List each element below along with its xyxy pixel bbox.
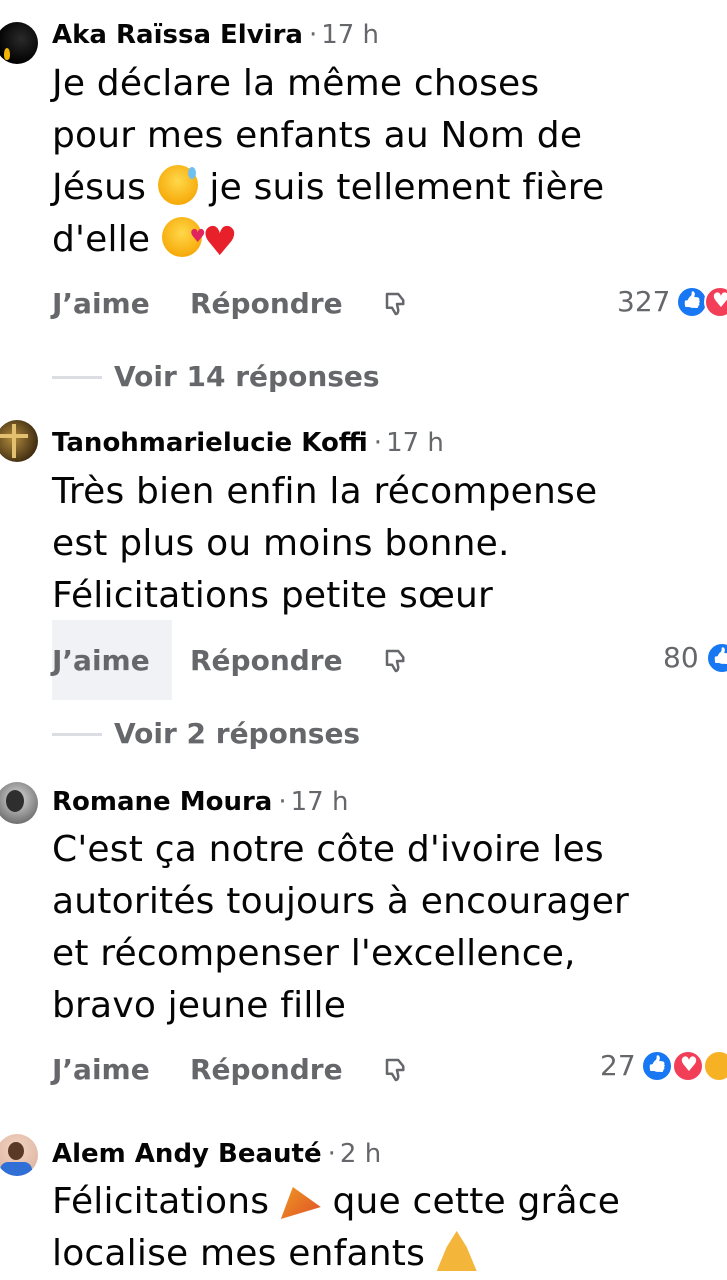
comment-line: d'elle ♥ [52,211,712,266]
thumbs-down-icon[interactable] [382,645,412,677]
comment-line: C'est ça notre côte d'ivoire les [52,829,604,870]
comment-line: autorités toujours à encourager [52,881,630,922]
love-reaction-icon [672,1050,704,1082]
separator-dot: · [373,428,383,458]
comment-body: C'est ça notre côte d'ivoire les autorit… [52,824,712,1032]
like-button[interactable]: J’aime [52,284,150,324]
grinning-sweat-emoji [157,165,198,205]
comment-line: Félicitations que cette grâce [52,1176,712,1228]
author-name[interactable]: Aka Raïssa Elvira [52,20,303,50]
see-replies-label[interactable]: Voir 14 réponses [114,357,380,397]
like-button[interactable]: J’aime [52,1050,150,1090]
comment-text-fragment: localise mes enfants [52,1233,437,1274]
see-replies-link[interactable]: Voir 14 réponses [52,357,472,397]
reaction-count[interactable]: 327 [617,282,670,322]
separator-dot: · [308,20,318,50]
comment-actions: J’aime Répondre [52,641,472,681]
comment-body: Je déclare la même choses pour mes enfan… [52,58,712,266]
comment-line: Félicitations petite sœur [52,575,494,616]
profile-photo-dress [0,1162,32,1176]
like-button[interactable]: J’aime [52,641,150,681]
reply-button[interactable]: Répondre [190,284,343,324]
author-name[interactable]: Romane Moura [52,787,272,817]
avatar[interactable] [0,782,38,824]
candle-flame [4,48,10,60]
comment-text-fragment: d'elle [52,219,162,260]
like-reaction-icon [706,642,727,674]
reply-thread-line [52,733,102,736]
see-replies-link[interactable]: Voir 2 réponses [52,714,472,754]
like-reaction-icon [641,1050,673,1082]
comment-header: Aka Raïssa Elvira · 17 h [52,18,379,52]
profile-photo-head [8,1142,24,1160]
party-popper-emoji [280,1187,321,1219]
reply-thread-line [52,376,102,379]
reply-button[interactable]: Répondre [190,641,343,681]
reaction-count[interactable]: 80 [663,638,699,678]
comment-time[interactable]: 17 h [291,787,349,817]
comment-text-fragment: que cette grâce [320,1181,621,1222]
comment-actions: J’aime Répondre [52,284,472,324]
see-replies-label[interactable]: Voir 2 réponses [114,714,360,754]
comment-text-fragment: Félicitations [52,1181,281,1222]
comment-line: Très bien enfin la récompense [52,471,598,512]
thumbs-down-icon[interactable] [382,288,412,320]
comment-header: Romane Moura · 17 h [52,785,348,819]
love-reaction-icon [704,286,727,318]
comment-header: Tanohmarielucie Koffi · 17 h [52,426,444,460]
comment-line: Je déclare la même choses [52,63,540,104]
comment-line: Jésus je suis tellement fière [52,162,712,214]
comment-time[interactable]: 17 h [321,20,379,50]
thumbs-down-icon[interactable] [382,1054,412,1086]
smiling-hearts-emoji [161,211,206,263]
reaction-count[interactable]: 27 [600,1046,636,1086]
separator-dot: · [278,787,287,817]
comment-line: localise mes enfants [52,1228,712,1280]
separator-dot: · [327,1139,336,1169]
comment-time[interactable]: 2 h [340,1139,381,1169]
comment-text-fragment: je suis tellement fière [197,167,605,208]
comment-line: bravo jeune fille [52,985,347,1026]
care-reaction-icon [703,1050,727,1082]
comment-body: Très bien enfin la récompense est plus o… [52,466,712,622]
profile-photo-figure [6,790,24,812]
comment-line: est plus ou moins bonne. [52,523,510,564]
author-name[interactable]: Alem Andy Beauté [52,1139,322,1169]
author-name[interactable]: Tanohmarielucie Koffi [52,428,368,458]
comment-text-fragment: Jésus [52,167,158,208]
avatar[interactable] [0,1134,38,1176]
avatar[interactable] [0,22,38,64]
reply-button[interactable]: Répondre [190,1050,343,1090]
comment-body: Félicitations que cette grâce localise m… [52,1176,712,1280]
cross-shape [12,424,16,458]
comment-line: et récompenser l'excellence, [52,933,576,974]
comment-time[interactable]: 17 h [386,428,444,458]
comment-line: pour mes enfants au Nom de [52,115,583,156]
folded-hands-emoji [436,1231,477,1271]
red-heart-emoji: ♥ [201,219,238,265]
comment-actions: J’aime Répondre [52,1050,472,1090]
cross-shape [0,434,28,438]
avatar[interactable] [0,420,38,462]
comment-header: Alem Andy Beauté · 2 h [52,1137,381,1171]
